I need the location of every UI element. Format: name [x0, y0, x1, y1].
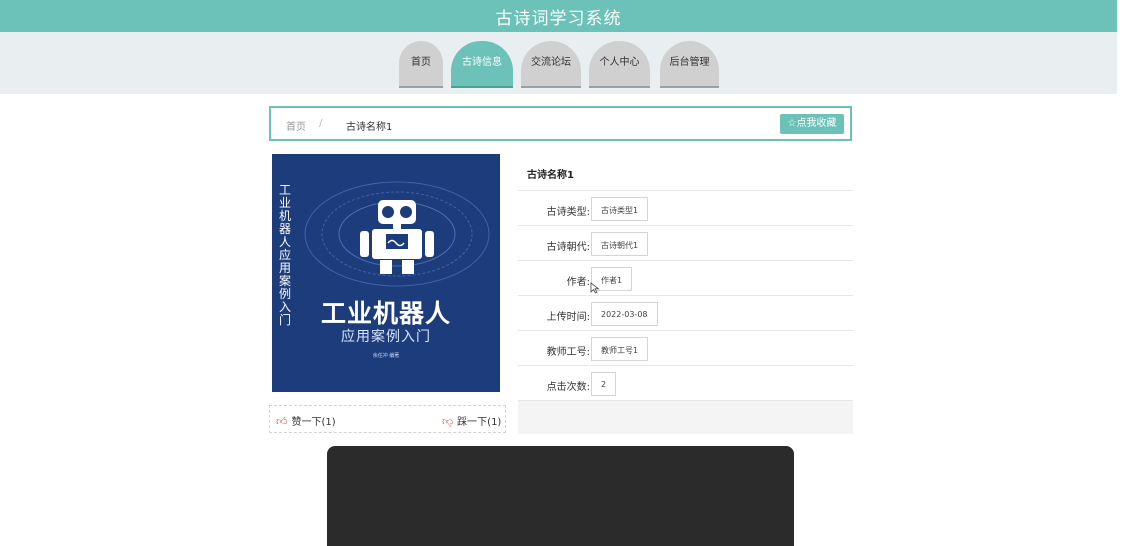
detail-row-teacher-id: 教师工号: 教师工号1	[518, 331, 853, 366]
cover-subtitle: 应用案例入门	[341, 329, 431, 345]
favorite-button[interactable]: ☆点我收藏	[780, 114, 844, 134]
detail-label: 作者:	[566, 277, 590, 288]
detail-label: 上传时间:	[546, 312, 590, 323]
tab-forum[interactable]: 交流论坛	[521, 41, 581, 88]
breadcrumb-current: 古诗名称1	[346, 122, 393, 133]
tab-home[interactable]: 首页	[399, 41, 443, 88]
dislike-button[interactable]: 👎︎ 踩一下(1)	[442, 413, 501, 428]
detail-value: 教师工号1	[591, 337, 649, 361]
detail-value: 2	[591, 372, 617, 396]
cover-author: 余任冲 编著	[372, 353, 400, 359]
tab-admin[interactable]: 后台管理	[660, 41, 719, 88]
detail-row-type: 古诗类型: 古诗类型1	[518, 191, 853, 226]
detail-row-author: 作者: 作者1	[518, 261, 853, 296]
tab-poem-info[interactable]: 古诗信息	[451, 41, 513, 88]
detail-value: 古诗朝代1	[591, 232, 649, 256]
main-nav: 首页 古诗信息 交流论坛 个人中心 后台管理	[0, 32, 1117, 94]
detail-label: 古诗类型:	[546, 207, 590, 218]
breadcrumb-home[interactable]: 首页	[286, 118, 306, 133]
dislike-label: 踩一下(1)	[457, 417, 502, 428]
detail-label: 点击次数:	[546, 382, 590, 393]
poem-details: 古诗名称1 古诗类型: 古诗类型1 古诗朝代: 古诗朝代1 作者: 作者1 上传…	[518, 156, 853, 434]
detail-row-upload-time: 上传时间: 2022-03-08	[518, 296, 853, 331]
breadcrumb: 首页 / 古诗名称1 ☆点我收藏	[269, 106, 852, 141]
detail-value: 古诗类型1	[591, 197, 649, 221]
detail-value: 2022-03-08	[591, 302, 658, 326]
site-title: 古诗词学习系统	[495, 9, 622, 29]
tab-personal-center[interactable]: 个人中心	[589, 41, 650, 88]
detail-row-dynasty: 古诗朝代: 古诗朝代1	[518, 226, 853, 261]
detail-label: 古诗朝代:	[546, 242, 590, 253]
like-label: 赞一下(1)	[291, 417, 336, 428]
dark-overlay-panel	[327, 446, 794, 546]
poem-cover-image: 工业机器人应用案例入门 工业机器人 应用案例入门 余任冲 编著	[272, 154, 500, 392]
detail-row-click-count: 点击次数: 2	[518, 366, 853, 401]
thumbs-up-icon: 👍︎	[276, 415, 288, 428]
thumbs-down-icon: 👎︎	[442, 415, 454, 428]
details-title: 古诗名称1	[518, 156, 853, 191]
detail-label: 教师工号:	[546, 347, 590, 358]
cover-title: 工业机器人	[320, 299, 451, 328]
vote-bar: 👍︎ 赞一下(1) 👎︎ 踩一下(1)	[269, 405, 506, 433]
breadcrumb-separator: /	[319, 118, 323, 129]
site-header: 古诗词学习系统	[0, 0, 1117, 32]
like-button[interactable]: 👍︎ 赞一下(1)	[276, 413, 336, 428]
mouse-cursor-icon	[590, 282, 600, 294]
